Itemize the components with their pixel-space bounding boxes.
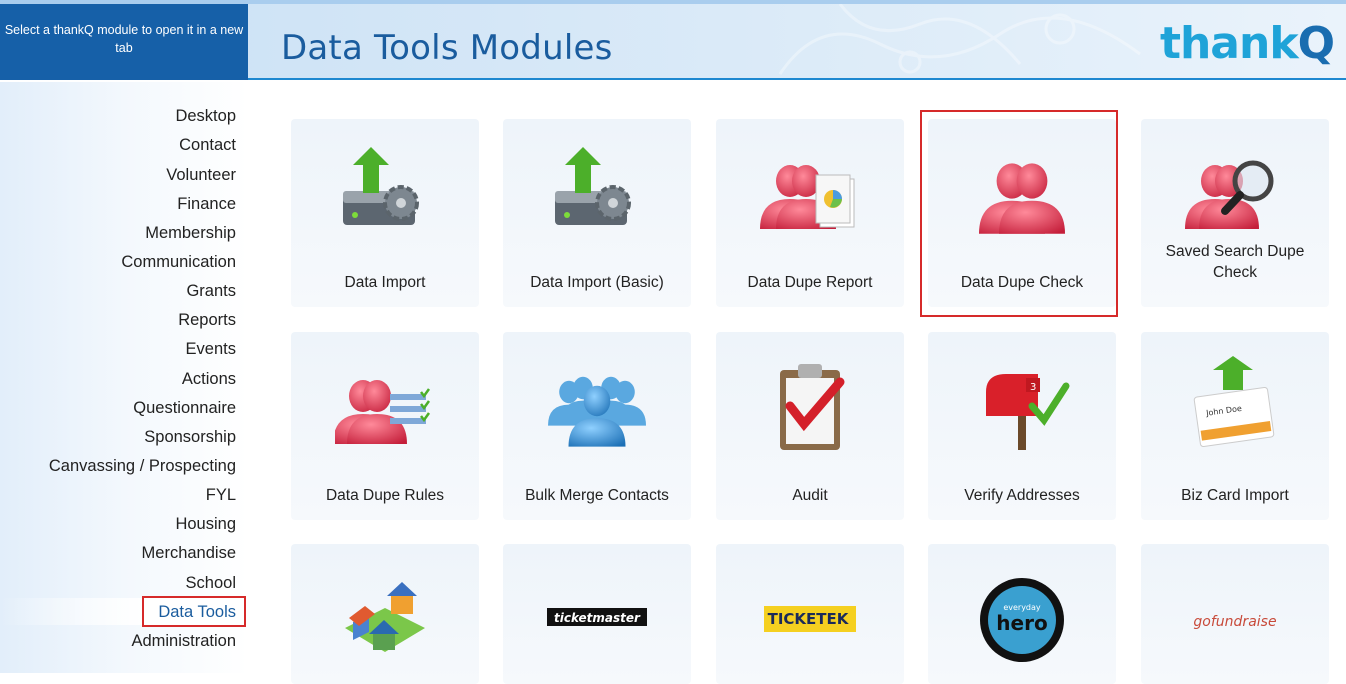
active-nav-highlight: [142, 596, 246, 627]
sidebar-item-merchandise[interactable]: Merchandise: [0, 544, 236, 563]
tile-label: Bulk Merge Contacts: [525, 487, 669, 504]
tile-houses-map[interactable]: [291, 544, 479, 684]
sidebar-item-contact[interactable]: Contact: [0, 136, 236, 155]
people-group-icon: [547, 356, 647, 456]
server-upload-icon: [547, 143, 647, 243]
sidebar-item-housing[interactable]: Housing: [0, 515, 236, 534]
selected-tile-highlight: [920, 110, 1118, 317]
gofundraise-logo-text: gofundraise: [1193, 614, 1276, 630]
people-report-icon: [760, 143, 860, 243]
tile-label: Data Import: [344, 274, 426, 291]
hero-logo-text: hero: [996, 611, 1047, 635]
tile-data-dupe-report[interactable]: Data Dupe Report: [716, 119, 904, 307]
server-upload-icon: [335, 143, 435, 243]
sidebar-item-actions[interactable]: Actions: [0, 370, 236, 389]
tile-gofundraise-logo[interactable]: gofundraise: [1141, 544, 1329, 684]
page-title: Data Tools Modules: [281, 28, 613, 68]
module-hint-panel: Select a thankQ module to open it in a n…: [0, 4, 248, 80]
logo-q: Q: [1297, 18, 1335, 69]
tile-label: Data Dupe Report: [747, 274, 873, 291]
tile-bulk-merge-contacts[interactable]: Bulk Merge Contacts: [503, 332, 691, 520]
sidebar-item-desktop[interactable]: Desktop: [0, 107, 236, 126]
tile-label: Data Dupe Rules: [325, 487, 445, 504]
ticketek-logo-icon: TICKETEK: [760, 568, 860, 668]
puzzle-background-decoration: [778, 4, 1141, 75]
clipboard-check-icon: [760, 356, 860, 456]
tile-ticketmaster-logo[interactable]: ticketmaster: [503, 544, 691, 684]
tile-saved-search-dupe-check[interactable]: Saved Search Dupe Check: [1141, 119, 1329, 307]
everyday-hero-logo-icon: everyday hero: [972, 568, 1072, 668]
sidebar-item-school[interactable]: School: [0, 574, 236, 593]
sidebar-item-grants[interactable]: Grants: [0, 282, 236, 301]
sidebar-item-administration[interactable]: Administration: [0, 632, 236, 651]
tile-ticketek-logo[interactable]: TICKETEK: [716, 544, 904, 684]
sidebar-item-fyl[interactable]: FYL: [0, 486, 236, 505]
tile-label: Data Import (Basic): [530, 274, 664, 291]
sidebar-item-events[interactable]: Events: [0, 340, 236, 359]
tile-data-import[interactable]: Data Import: [291, 119, 479, 307]
gofundraise-logo-icon: gofundraise: [1185, 568, 1285, 668]
tile-biz-card-import[interactable]: John Doe Biz Card Import: [1141, 332, 1329, 520]
tile-everyday-hero-logo[interactable]: everyday hero: [928, 544, 1116, 684]
ticketmaster-logo-icon: ticketmaster: [547, 568, 647, 668]
svg-text:3: 3: [1030, 382, 1036, 393]
logo-text: thank: [1159, 18, 1299, 69]
header-bar: Select a thankQ module to open it in a n…: [0, 0, 1346, 80]
sidebar-item-reports[interactable]: Reports: [0, 311, 236, 330]
houses-map-icon: [335, 568, 435, 668]
sidebar-item-communication[interactable]: Communication: [0, 253, 236, 272]
sidebar-item-canvassing-prospecting[interactable]: Canvassing / Prospecting: [0, 457, 236, 476]
business-card-upload-icon: John Doe: [1185, 356, 1285, 456]
tile-verify-addresses[interactable]: 3 Verify Addresses: [928, 332, 1116, 520]
mailbox-check-icon: 3: [972, 356, 1072, 456]
sidebar-item-volunteer[interactable]: Volunteer: [0, 166, 236, 185]
sidebar-item-sponsorship[interactable]: Sponsorship: [0, 428, 236, 447]
thankq-logo: thankQ: [1159, 18, 1335, 69]
sidebar-item-questionnaire[interactable]: Questionnaire: [0, 399, 236, 418]
people-rules-icon: [333, 356, 435, 456]
tile-audit[interactable]: Audit: [716, 332, 904, 520]
tile-label: Audit: [792, 487, 828, 504]
tile-data-dupe-rules[interactable]: Data Dupe Rules: [291, 332, 479, 520]
tile-data-import-basic[interactable]: Data Import (Basic): [503, 119, 691, 307]
tile-label: Biz Card Import: [1181, 487, 1289, 504]
ticketmaster-logo-text: ticketmaster: [554, 611, 641, 625]
sidebar-item-membership[interactable]: Membership: [0, 224, 236, 243]
tile-label: Saved Search Dupe Check: [1165, 243, 1305, 281]
people-search-icon: [1185, 143, 1285, 243]
ticketek-logo-text: TICKETEK: [768, 610, 850, 628]
sidebar-item-finance[interactable]: Finance: [0, 195, 236, 214]
tile-label: Verify Addresses: [964, 487, 1080, 504]
